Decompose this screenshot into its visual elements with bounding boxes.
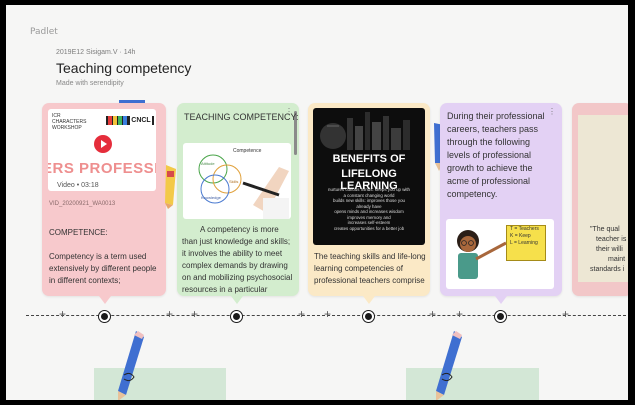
card-pointer [495, 296, 507, 304]
plus-icon[interactable]: + [324, 307, 331, 321]
board-subtitle: Made with serendipity [56, 80, 124, 87]
timeline-node[interactable] [231, 311, 242, 322]
padlet-window: Padlet 2019E12 Sisigam.V · 14h Teaching … [6, 5, 628, 400]
svg-text:Knowledge: Knowledge [201, 195, 222, 200]
post-body: The teaching skills and life-long learni… [314, 252, 426, 285]
post-card-professional-growth[interactable]: ⋮ During their professional careers, tea… [440, 103, 562, 296]
card-pointer [363, 296, 375, 304]
plus-icon[interactable]: + [191, 307, 198, 321]
plus-icon[interactable]: + [59, 307, 66, 321]
post-card-quality[interactable]: "The qual teacher is their willi maint s… [572, 103, 628, 296]
quote-image: "The qual teacher is their willi maint s… [578, 115, 628, 282]
svg-text:Skills: Skills [229, 179, 238, 184]
board-author: 2019E12 Sisigam.V · 14h [56, 49, 136, 56]
plus-icon[interactable]: + [298, 307, 305, 321]
plus-icon[interactable]: + [456, 307, 463, 321]
post-heading: TEACHING COMPETENCY: [184, 112, 299, 122]
pencil-icon [118, 331, 144, 400]
post-body: During their professional careers, teach… [447, 111, 545, 199]
post-body: Competency is a term used extensively by… [49, 252, 157, 285]
card-pointer [231, 296, 243, 304]
video-filename: VID_20200921_WA0013 [49, 201, 116, 207]
post-heading: COMPETENCE: [49, 228, 108, 237]
lower-post-image[interactable] [406, 368, 539, 400]
quote-text: "The qual teacher is their willi maint s… [590, 226, 627, 273]
svg-text:Competence: Competence [233, 148, 262, 154]
timeline-node[interactable] [99, 311, 110, 322]
pencil-icon [436, 331, 462, 400]
svg-text:Attitude: Attitude [201, 161, 215, 166]
video-banner-strip: CNCL [106, 116, 154, 125]
poster-title-line1: BENEFITS OF [332, 153, 406, 165]
video-banner-text: ERS PROFESSIONAL [48, 160, 156, 177]
post-card-competence[interactable]: ICRCHARACTERSWORKSHOP CNCL ERS PROFESSIO… [42, 103, 166, 296]
board-title: Teaching competency [56, 60, 192, 76]
plus-icon[interactable]: + [166, 307, 173, 321]
video-top-text: ICR CHARACTERS WORKSHOP [52, 113, 87, 131]
card-pointer [99, 296, 111, 304]
play-icon[interactable] [94, 135, 112, 153]
plus-icon[interactable]: + [562, 307, 569, 321]
plus-icon[interactable]: + [429, 307, 436, 321]
poster-bullets: nurtures curious minds: keeps you up wit… [328, 187, 410, 231]
tkl-board: T = Teachers K = Keep L = Learning [506, 225, 546, 261]
video-thumbnail[interactable]: ICRCHARACTERSWORKSHOP CNCL ERS PROFESSIO… [48, 109, 156, 191]
post-card-lifelong-learning[interactable]: BENEFITS OF LIFELONG LEARNING nurtures c… [308, 103, 430, 296]
lifelong-learning-poster: BENEFITS OF LIFELONG LEARNING nurtures c… [313, 108, 425, 245]
competence-diagram: Competence Attitude Skills Knowledge [183, 143, 291, 219]
padlet-logo[interactable]: Padlet [30, 27, 58, 37]
timeline-node[interactable] [363, 311, 374, 322]
teacher-illustration: T = Teachers K = Keep L = Learning [446, 219, 554, 289]
post-card-teaching-competency[interactable]: ⋮ TEACHING COMPETENCY: Competence Attitu… [177, 103, 299, 296]
post-body: A competency is more than just knowledge… [182, 225, 293, 294]
video-duration-badge: Video • 03:18 [54, 181, 102, 190]
timeline-node[interactable] [495, 311, 506, 322]
